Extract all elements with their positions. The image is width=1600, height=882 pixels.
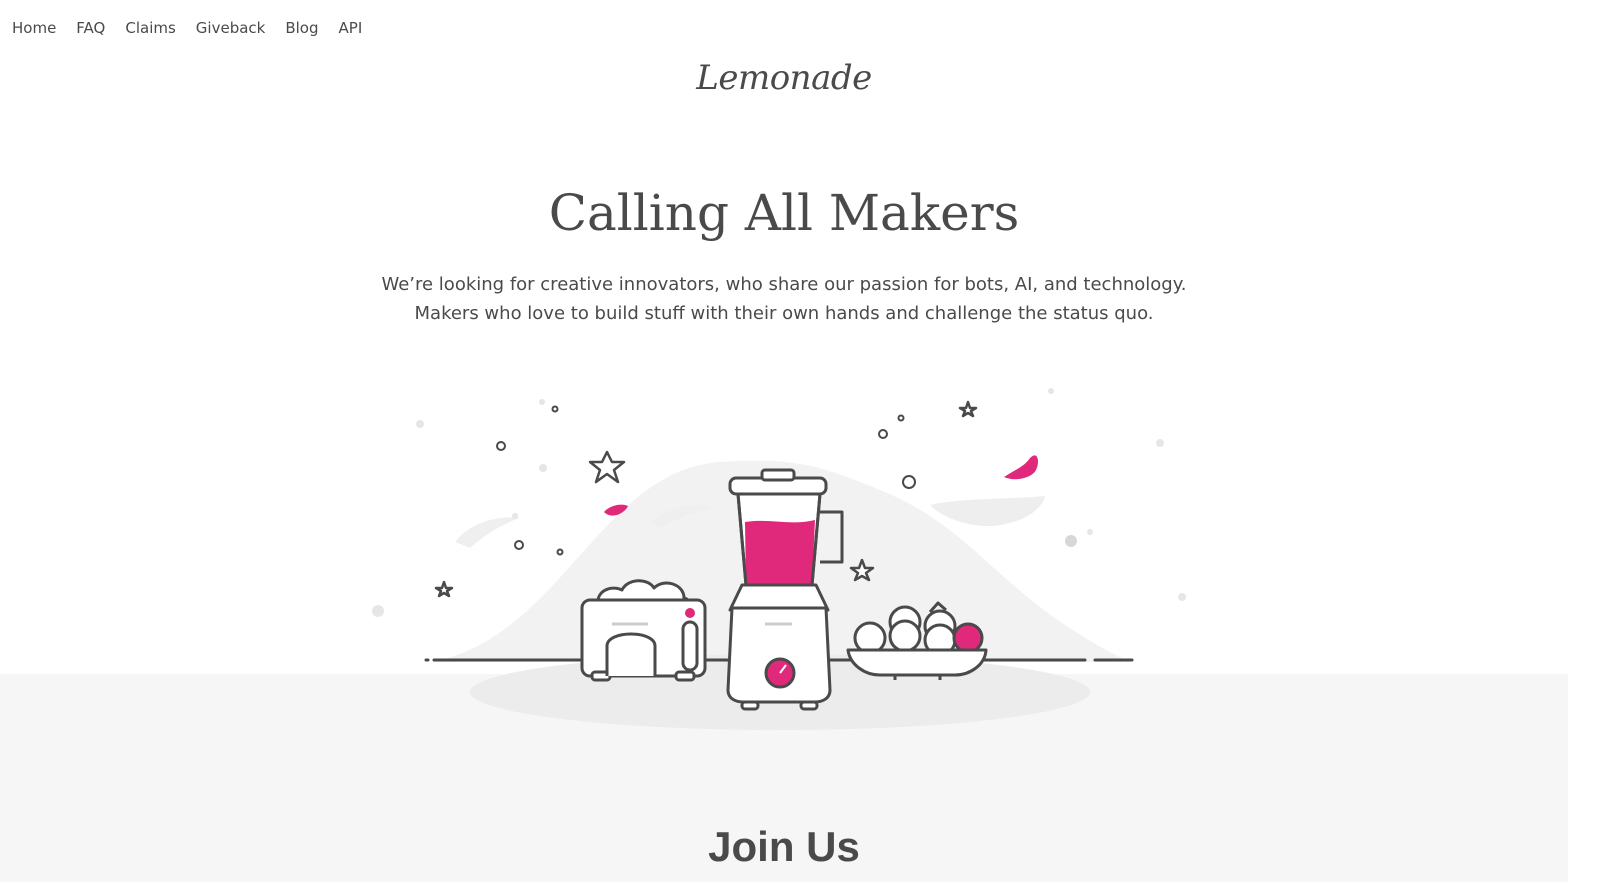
hero-subtitle: We’re looking for creative innovators, w… [0, 270, 1568, 328]
nav-api-link[interactable]: API [339, 18, 363, 38]
lemonade-logo[interactable]: Lemonade [0, 58, 1568, 98]
hero-subtitle-line-1: We’re looking for creative innovators, w… [381, 274, 1187, 295]
nav-home-link[interactable]: Home [12, 18, 56, 38]
hero-title: Calling All Makers [548, 184, 1020, 242]
scrollbar[interactable] [1568, 0, 1600, 882]
nav-blog-link[interactable]: Blog [285, 18, 318, 38]
nav-claims-link[interactable]: Claims [125, 18, 175, 38]
hero-subtitle-line-2: Makers who love to build stuff with thei… [414, 303, 1154, 324]
kitchen-illustration [372, 388, 1186, 730]
top-nav: Home FAQ Claims Giveback Blog API [12, 18, 382, 38]
splash-icon [1004, 455, 1038, 480]
nav-giveback-link[interactable]: Giveback [196, 18, 266, 38]
nav-faq-link[interactable]: FAQ [76, 18, 105, 38]
join-us-title: Join Us [708, 823, 860, 870]
